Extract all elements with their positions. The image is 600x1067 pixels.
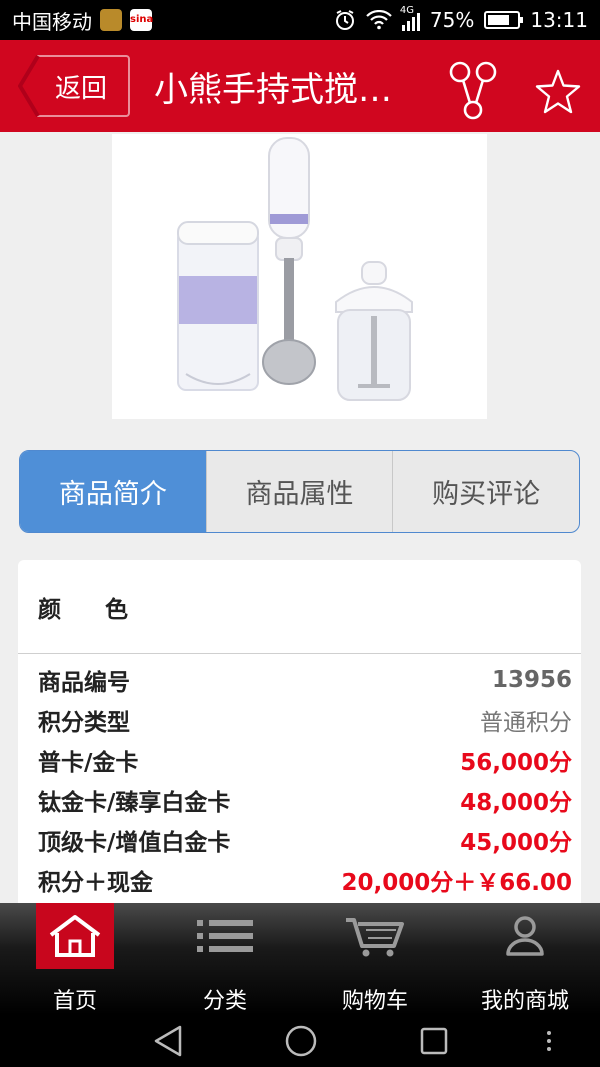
detail-row-standard-gold-price: 普卡/金卡 56,000分 [38, 740, 572, 780]
product-tabs: 商品简介 商品属性 购买评论 [19, 450, 580, 533]
battery-icon [484, 11, 524, 29]
alarm-icon [335, 10, 354, 30]
system-navigation-bar [0, 1015, 600, 1067]
user-icon [506, 916, 544, 956]
price-value: 48,000分 [460, 790, 572, 816]
cart-icon [346, 918, 404, 957]
nav-category[interactable]: 分类 [150, 903, 300, 1015]
color-label: 颜色 [38, 596, 172, 623]
sina-icon: sina [130, 9, 153, 31]
nav-cart[interactable]: 购物车 [300, 903, 450, 1015]
detail-row-points-type: 积分类型 普通积分 [38, 700, 572, 740]
wifi-icon [366, 10, 392, 30]
clock: 13:11 [530, 8, 588, 32]
nav-label: 购物车 [341, 989, 408, 1014]
nav-my-mall[interactable]: 我的商城 [450, 903, 600, 1015]
nav-label: 我的商城 [480, 989, 569, 1014]
detail-row-top-tier-price: 顶级卡/增值白金卡 45,000分 [38, 820, 572, 860]
star-icon[interactable] [534, 68, 582, 116]
system-back-icon[interactable] [152, 1023, 184, 1059]
detail-label: 积分＋现金 [38, 870, 153, 896]
carrier-label: 中国移动 [12, 9, 92, 34]
points-type-value: 普通积分 [480, 710, 572, 736]
battery-percent: 75% [429, 8, 475, 32]
share-icon[interactable] [446, 60, 500, 122]
system-recents-icon[interactable] [419, 1023, 449, 1059]
detail-label: 商品编号 [38, 670, 130, 696]
price-value: 45,000分 [460, 830, 572, 856]
home-icon [49, 915, 101, 957]
tab-product-attributes[interactable]: 商品属性 [205, 451, 393, 532]
detail-label: 顶级卡/增值白金卡 [38, 830, 231, 856]
product-id-value: 13956 [491, 667, 572, 693]
detail-label: 钛金卡/臻享白金卡 [38, 790, 231, 816]
page-title: 小熊手持式搅… [154, 69, 392, 110]
nav-label: 分类 [202, 989, 247, 1014]
tab-product-intro[interactable]: 商品简介 [20, 451, 206, 532]
price-value: 20,000分＋￥66.00 [341, 870, 572, 896]
detail-label: 普卡/金卡 [38, 750, 139, 776]
detail-row-titanium-price: 钛金卡/臻享白金卡 48,000分 [38, 780, 572, 820]
detail-row-product-id: 商品编号 13956 [38, 660, 572, 700]
status-bar: 中国移动 sina 4G 75% 13:11 [0, 0, 600, 40]
signal-icon: 4G [400, 5, 420, 31]
bottom-navigation: 首页 分类 购物车 我的商城 [0, 903, 600, 1015]
system-menu-icon[interactable] [544, 1023, 554, 1059]
product-details-card: 颜色 商品编号 13956 积分类型 普通积分 普卡/金卡 56,000分 钛金… [18, 560, 581, 905]
detail-row-points-plus-cash: 积分＋现金 20,000分＋￥66.00 [38, 860, 572, 900]
price-value: 56,000分 [460, 750, 572, 776]
back-button[interactable]: 返回 [18, 54, 130, 118]
nav-label: 首页 [52, 989, 97, 1014]
tab-purchase-reviews[interactable]: 购买评论 [392, 451, 579, 532]
color-row: 颜色 [18, 560, 581, 654]
notification-app-icon [100, 9, 122, 31]
list-icon [197, 920, 253, 952]
product-image [112, 134, 487, 419]
detail-label: 积分类型 [38, 710, 130, 736]
network-type: 4G [399, 5, 415, 16]
header-bar: 返回 小熊手持式搅… [0, 40, 600, 132]
system-home-icon[interactable] [283, 1023, 319, 1059]
back-label: 返回 [54, 73, 107, 104]
nav-home[interactable]: 首页 [0, 903, 150, 1015]
